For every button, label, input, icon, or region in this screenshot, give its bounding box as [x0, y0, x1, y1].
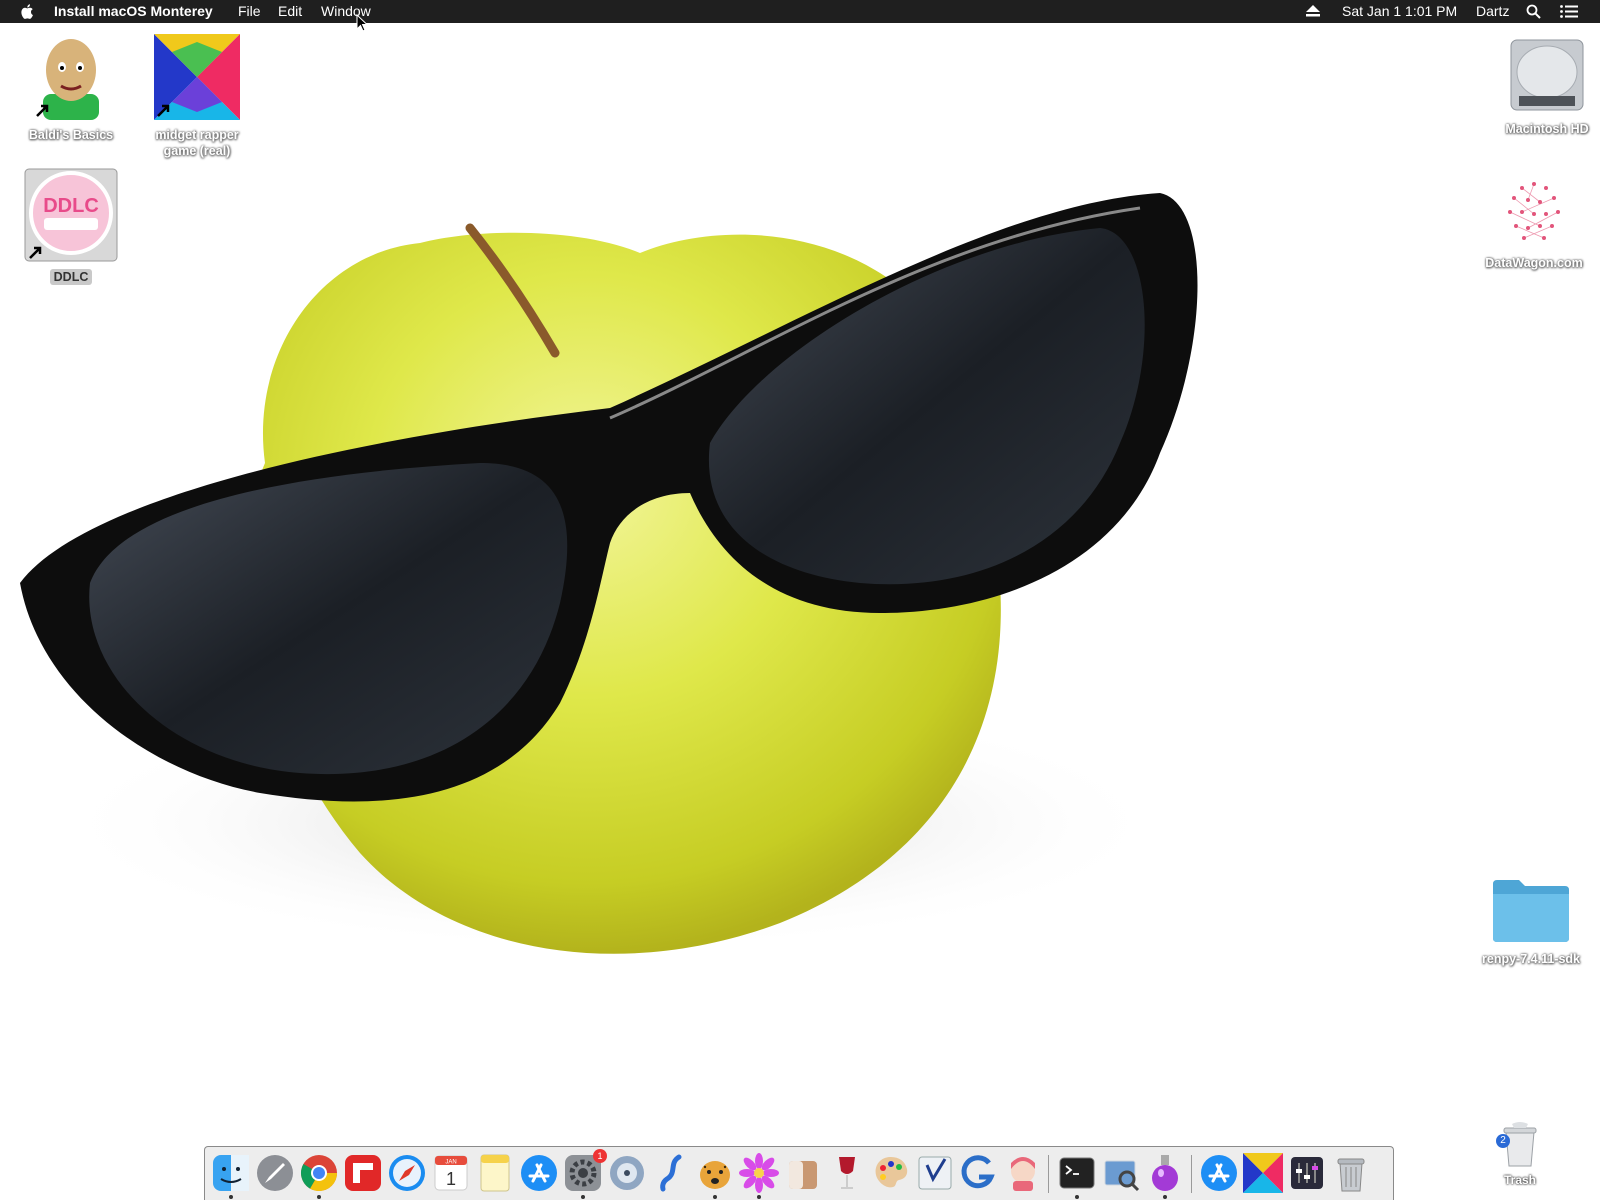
trash-count-badge: 2	[1496, 1134, 1510, 1148]
baldi-app-icon	[36, 39, 99, 120]
notes-icon[interactable]	[475, 1153, 515, 1193]
desktop-wallpaper	[20, 193, 1198, 954]
hard-drive-icon	[1510, 39, 1584, 111]
menu-user[interactable]: Dartz	[1476, 3, 1509, 20]
desktop-icon-renpy-sdk-folder[interactable]: renpy-7.4.11-sdk	[1476, 878, 1586, 968]
cheetah-icon[interactable]	[695, 1153, 735, 1193]
checklist-icon[interactable]	[915, 1153, 955, 1193]
eject-icon[interactable]	[1306, 5, 1320, 17]
steam-like-icon[interactable]	[651, 1153, 691, 1193]
desktop-icon-label: DataWagon.com	[1485, 256, 1583, 270]
desktop-icon-ddlc[interactable]: DDLC DDLC	[16, 168, 126, 286]
mouse-cursor-icon	[356, 14, 368, 32]
system-preferences-running-dot	[581, 1195, 585, 1199]
chrome-icon[interactable]	[299, 1153, 339, 1193]
svg-text:1: 1	[446, 1169, 456, 1189]
menu-clock[interactable]: Sat Jan 1 1:01 PM	[1342, 3, 1457, 20]
app-store-download-icon[interactable]	[1199, 1153, 1239, 1193]
anime-character-icon[interactable]	[1003, 1153, 1043, 1193]
preview-icon[interactable]	[1101, 1153, 1141, 1193]
dock-separator	[1191, 1155, 1192, 1193]
folder-icon	[1493, 880, 1569, 942]
desktop-icon-midget-rapper-game[interactable]: midget rapper game (real)	[142, 34, 252, 160]
terminal-running-dot	[1075, 1195, 1079, 1199]
ddlc-app-icon: DDLC	[24, 168, 118, 262]
spotlight-search-icon[interactable]	[1526, 4, 1541, 19]
desktop-icon-label: midget rapper game (real)	[155, 128, 239, 158]
flower-running-dot	[757, 1195, 761, 1199]
app-store-icon[interactable]	[519, 1153, 559, 1193]
disk-utility-icon[interactable]	[607, 1153, 647, 1193]
desktop-icon-label: Macintosh HD	[1505, 122, 1589, 136]
trash-label: Trash	[1503, 1173, 1536, 1187]
desktop-icon-macintosh-hd[interactable]: Macintosh HD	[1492, 34, 1600, 138]
desktop-icon-label: DDLC	[49, 269, 93, 285]
system-preferences-badge: 1	[593, 1149, 607, 1163]
paint-palette-icon[interactable]	[871, 1153, 911, 1193]
datawagon-icon	[1508, 182, 1560, 240]
notification-center-icon[interactable]	[1560, 5, 1578, 18]
launchpad-icon[interactable]	[255, 1153, 295, 1193]
finder-running-dot	[229, 1195, 233, 1199]
colorful-x-icon[interactable]	[1243, 1153, 1283, 1193]
cheetah-running-dot	[713, 1195, 717, 1199]
dock-trash-icon[interactable]	[1331, 1153, 1371, 1193]
chrome-running-dot	[317, 1195, 321, 1199]
apple-menu-icon[interactable]	[20, 3, 36, 20]
menu-app-name[interactable]: Install macOS Monterey	[54, 3, 213, 20]
potion-icon[interactable]	[1145, 1153, 1185, 1193]
menu-file[interactable]: File	[238, 3, 261, 20]
menu-edit[interactable]: Edit	[278, 3, 302, 20]
svg-text:JAN: JAN	[445, 1160, 456, 1166]
potion-running-dot	[1163, 1195, 1167, 1199]
desktop-trash[interactable]: 2 Trash	[1490, 1120, 1550, 1187]
dock-separator	[1048, 1155, 1049, 1193]
colorful-x-app-icon	[154, 34, 240, 120]
desktop-icon-label: renpy-7.4.11-sdk	[1482, 952, 1580, 966]
dock: JAN 1 1	[204, 1146, 1394, 1200]
flipboard-icon[interactable]	[343, 1153, 383, 1193]
desktop-icon-datawagon[interactable]: DataWagon.com	[1479, 174, 1589, 272]
svg-text:DDLC: DDLC	[43, 195, 99, 217]
calendar-icon[interactable]: JAN 1	[431, 1153, 471, 1193]
finder-icon[interactable]	[211, 1153, 251, 1193]
menu-bar: Install macOS Monterey File Edit Window …	[0, 0, 1600, 23]
flower-icon[interactable]	[739, 1153, 779, 1193]
desktop-icon-baldis-basics[interactable]: Baldi's Basics	[16, 34, 126, 144]
safari-icon[interactable]	[387, 1153, 427, 1193]
cube-icon[interactable]	[783, 1153, 823, 1193]
audio-mixer-icon[interactable]	[1287, 1153, 1327, 1193]
gog-galaxy-icon[interactable]	[959, 1153, 999, 1193]
terminal-icon[interactable]	[1057, 1153, 1097, 1193]
desktop-icon-label: Baldi's Basics	[28, 128, 114, 142]
wine-icon[interactable]	[827, 1153, 867, 1193]
